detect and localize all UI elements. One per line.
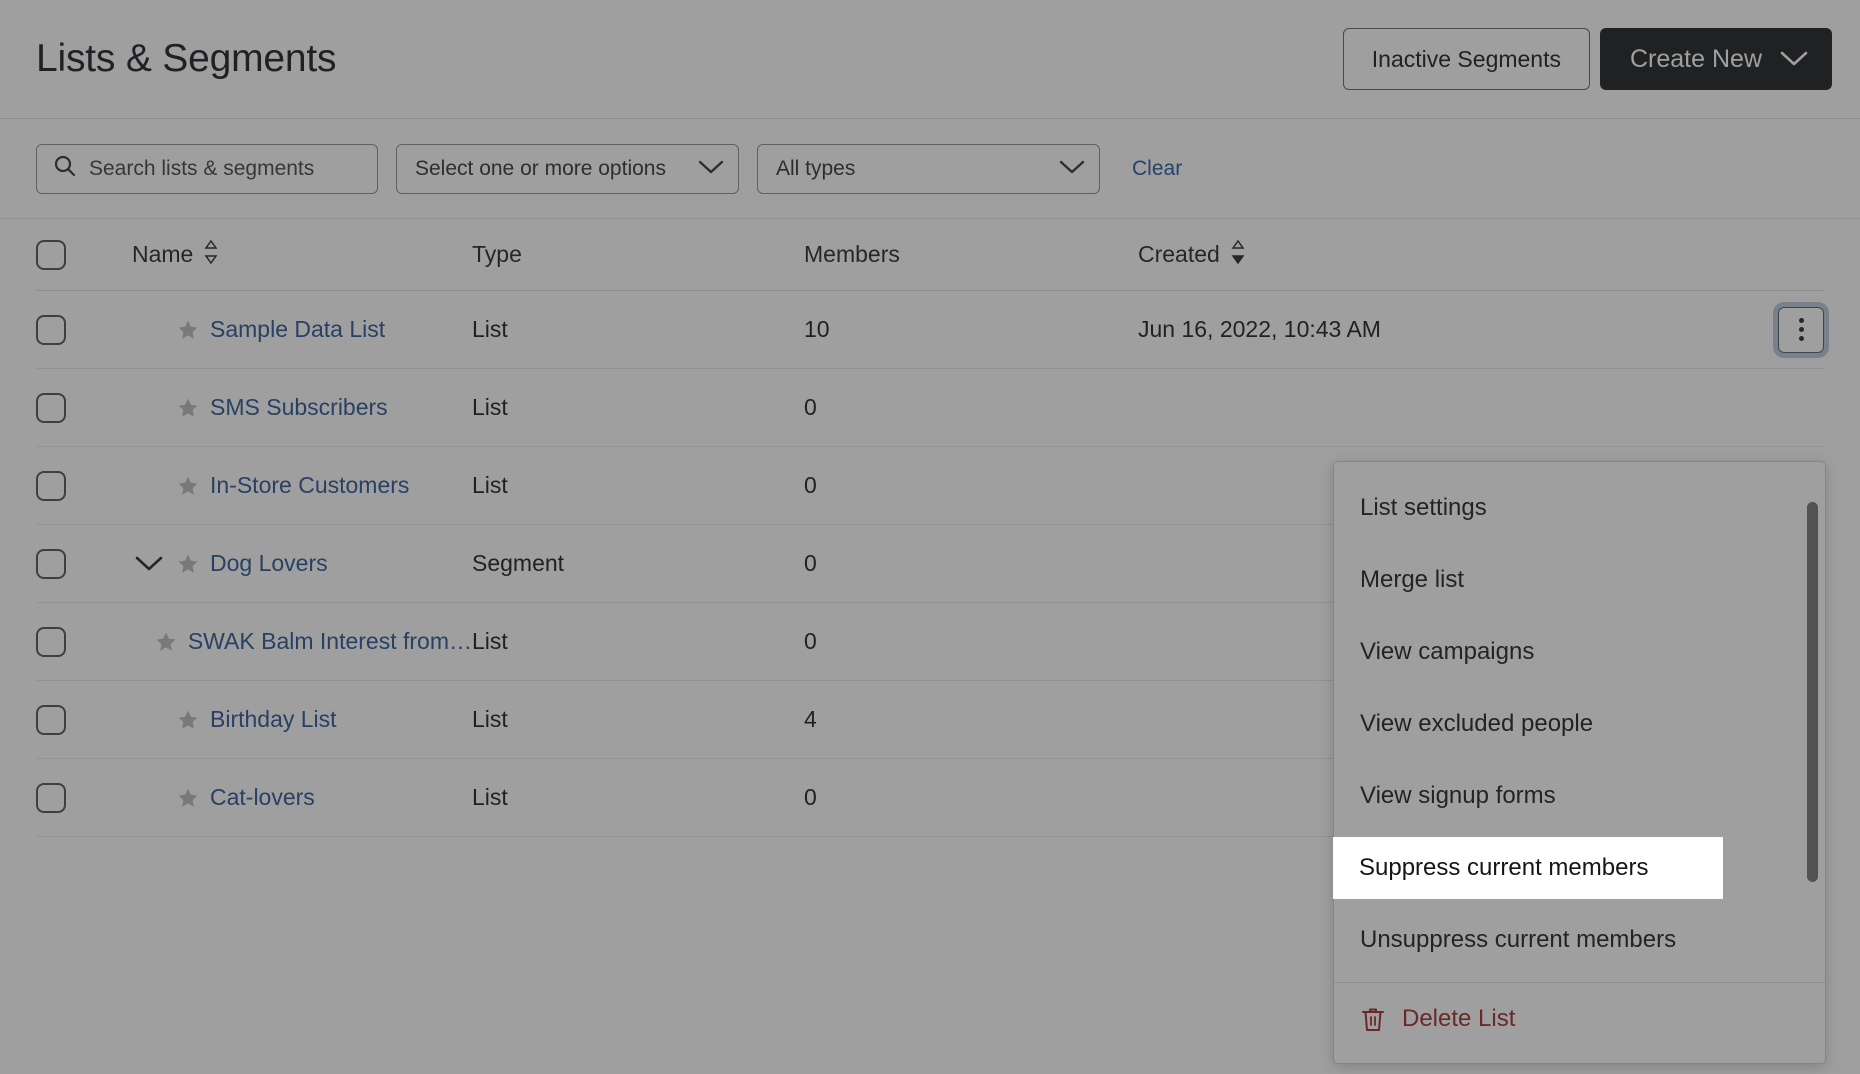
menu-item-suppress-current-members[interactable]: Suppress current members [1333,837,1723,899]
modal-overlay [0,0,1860,1074]
